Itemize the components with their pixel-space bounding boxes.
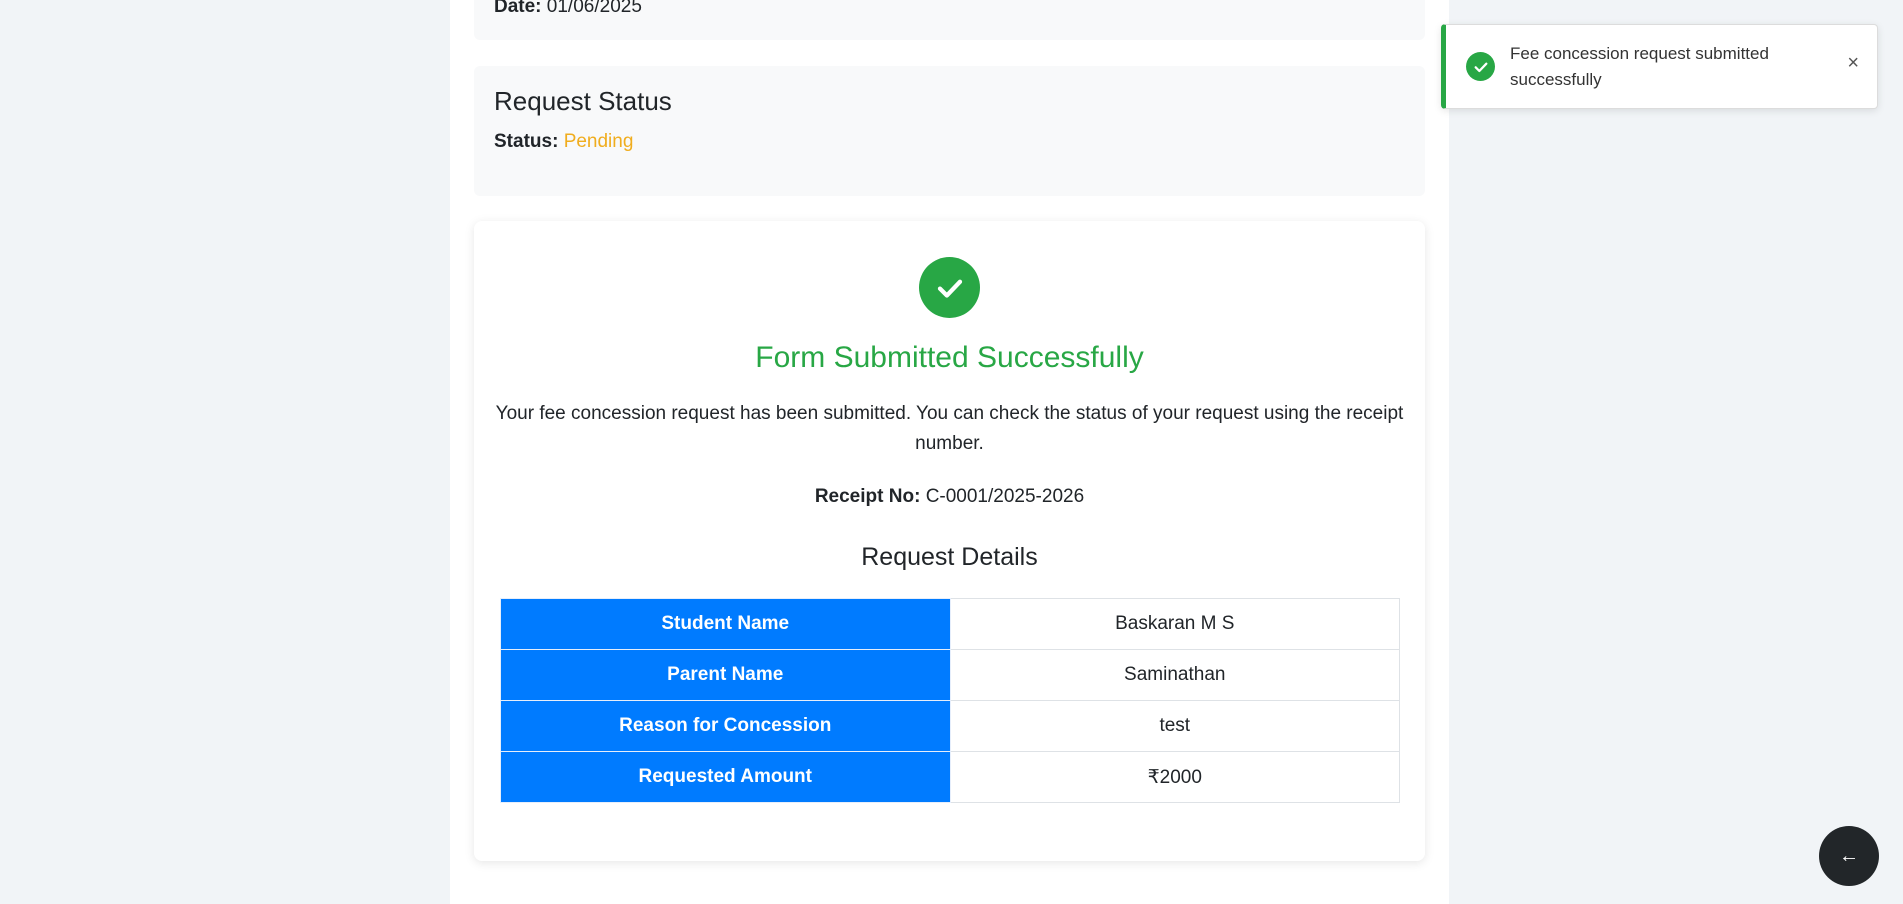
submission-result-card: Form Submitted Successfully Your fee con… — [474, 221, 1425, 861]
date-value: 01/06/2025 — [546, 0, 642, 17]
receipt-label: Receipt No: — [814, 486, 921, 507]
row-label-parent-name: Parent Name — [500, 649, 951, 701]
row-label-student-name: Student Name — [500, 598, 951, 650]
table-row: Student Name Baskaran M S — [500, 598, 1400, 650]
check-circle-icon — [919, 257, 980, 318]
back-button[interactable]: ← — [1819, 826, 1879, 886]
row-value-requested-amount: ₹2000 — [949, 751, 1400, 803]
status-label: Status: — [494, 131, 559, 152]
date-label: Date: — [494, 0, 542, 17]
request-details-title: Request Details — [861, 543, 1038, 571]
date-line: Date: 01/06/2025 — [494, 0, 642, 18]
toast-message: Fee concession request submitted success… — [1510, 44, 1769, 89]
success-message: Your fee concession request has been sub… — [495, 403, 1404, 454]
receipt-number: C-0001/2025-2026 — [925, 486, 1085, 507]
toast-close-button[interactable]: × — [1847, 53, 1859, 73]
arrow-left-icon: ← — [1839, 844, 1859, 867]
success-title: Form Submitted Successfully — [755, 341, 1144, 374]
request-status-card: Request Status Status: Pending — [474, 66, 1425, 196]
status-value: Pending — [563, 131, 634, 152]
receipt-line: Receipt No: C-0001/2025-2026 — [474, 486, 1425, 508]
check-icon — [1466, 52, 1495, 81]
table-row: Requested Amount ₹2000 — [500, 751, 1400, 803]
row-label-reason: Reason for Concession — [500, 700, 951, 752]
table-row: Parent Name Saminathan — [500, 649, 1400, 701]
success-toast: Fee concession request submitted success… — [1441, 24, 1878, 109]
row-value-reason: test — [949, 700, 1400, 752]
request-info-card: Date: 01/06/2025 — [474, 0, 1425, 40]
row-value-student-name: Baskaran M S — [949, 598, 1400, 650]
status-line: Status: Pending — [494, 131, 633, 153]
request-details-table: Student Name Baskaran M S Parent Name Sa… — [500, 598, 1400, 803]
row-value-parent-name: Saminathan — [949, 649, 1400, 701]
table-row: Reason for Concession test — [500, 700, 1400, 752]
row-label-requested-amount: Requested Amount — [500, 751, 951, 803]
request-status-title: Request Status — [494, 86, 672, 116]
